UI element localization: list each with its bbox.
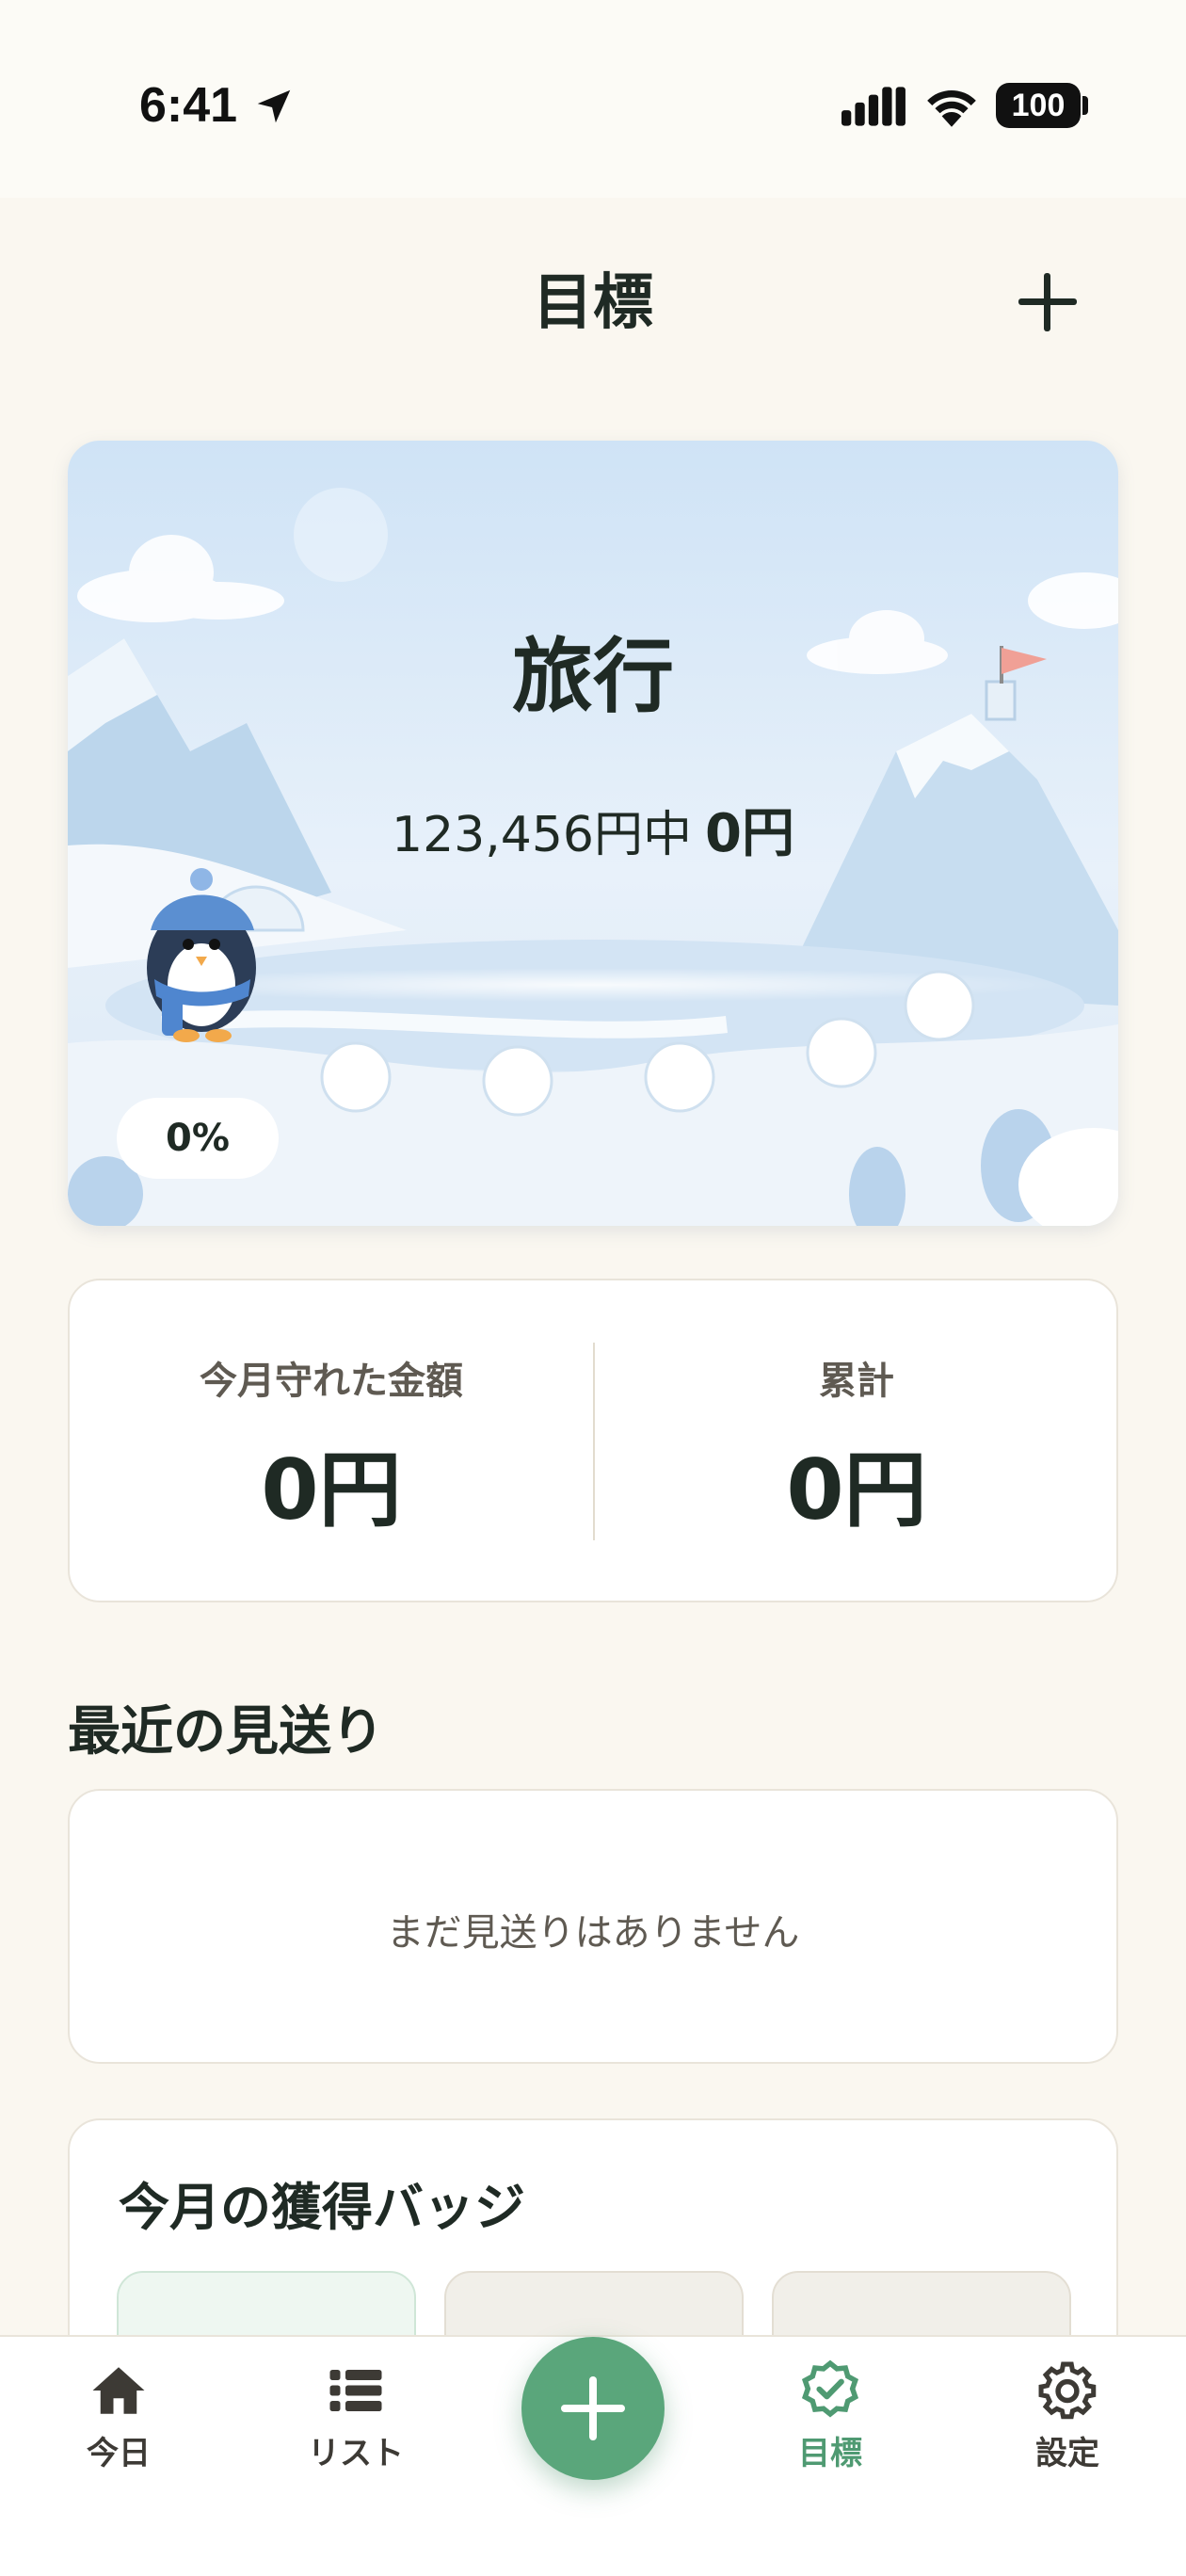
recent-empty-card: まだ見送りはありません bbox=[68, 1789, 1118, 2064]
progress-percent-badge: 0% bbox=[117, 1098, 279, 1179]
status-bar: 6:41 100 bbox=[0, 0, 1186, 198]
tab-list[interactable]: リスト bbox=[280, 2359, 431, 2482]
stat-month-label: 今月守れた金額 bbox=[200, 1360, 463, 1403]
tab-settings[interactable]: 設定 bbox=[992, 2359, 1143, 2482]
wifi-icon bbox=[927, 89, 976, 127]
status-time: 6:41 bbox=[139, 78, 238, 133]
stat-total-value: 0円 bbox=[786, 1441, 927, 1538]
home-icon bbox=[92, 2367, 145, 2414]
tab-today[interactable]: 今日 bbox=[43, 2359, 194, 2482]
tab-list-label: リスト bbox=[308, 2435, 404, 2472]
badges-title: 今月の獲得バッジ bbox=[119, 2178, 525, 2237]
tab-today-label: 今日 bbox=[87, 2435, 151, 2472]
tab-goals[interactable]: 目標 bbox=[755, 2359, 906, 2482]
list-icon bbox=[329, 2370, 382, 2411]
goal-saved: 0円 bbox=[705, 803, 794, 864]
verified-badge-icon bbox=[801, 2359, 859, 2418]
location-arrow-icon bbox=[257, 89, 291, 123]
tab-goals-label: 目標 bbox=[798, 2435, 862, 2472]
cellular-signal-icon bbox=[841, 87, 906, 126]
battery-tip bbox=[1082, 96, 1088, 115]
savings-stats-card: 今月守れた金額 0円 累計 0円 bbox=[68, 1279, 1118, 1602]
stat-month: 今月守れた金額 0円 bbox=[70, 1280, 593, 1601]
stat-total-label: 累計 bbox=[819, 1360, 894, 1403]
stat-month-value: 0円 bbox=[261, 1441, 402, 1538]
recent-section-title: 最近の見送り bbox=[68, 1701, 384, 1763]
battery-indicator: 100 bbox=[996, 83, 1081, 128]
stat-total: 累計 0円 bbox=[595, 1280, 1118, 1601]
recent-empty-text: まだ見送りはありません bbox=[386, 1911, 800, 1955]
gear-icon bbox=[1038, 2361, 1097, 2420]
goal-target: 123,456円中 bbox=[391, 807, 693, 863]
goal-card[interactable]: 旅行 123,456円中 0円 0% bbox=[68, 441, 1118, 1226]
goal-name: 旅行 bbox=[512, 630, 674, 724]
goal-amount: 123,456円中 0円 bbox=[68, 791, 1118, 867]
tab-settings-label: 設定 bbox=[1035, 2435, 1099, 2472]
add-goal-button[interactable] bbox=[1007, 262, 1088, 343]
add-entry-fab-button[interactable] bbox=[521, 2337, 665, 2480]
